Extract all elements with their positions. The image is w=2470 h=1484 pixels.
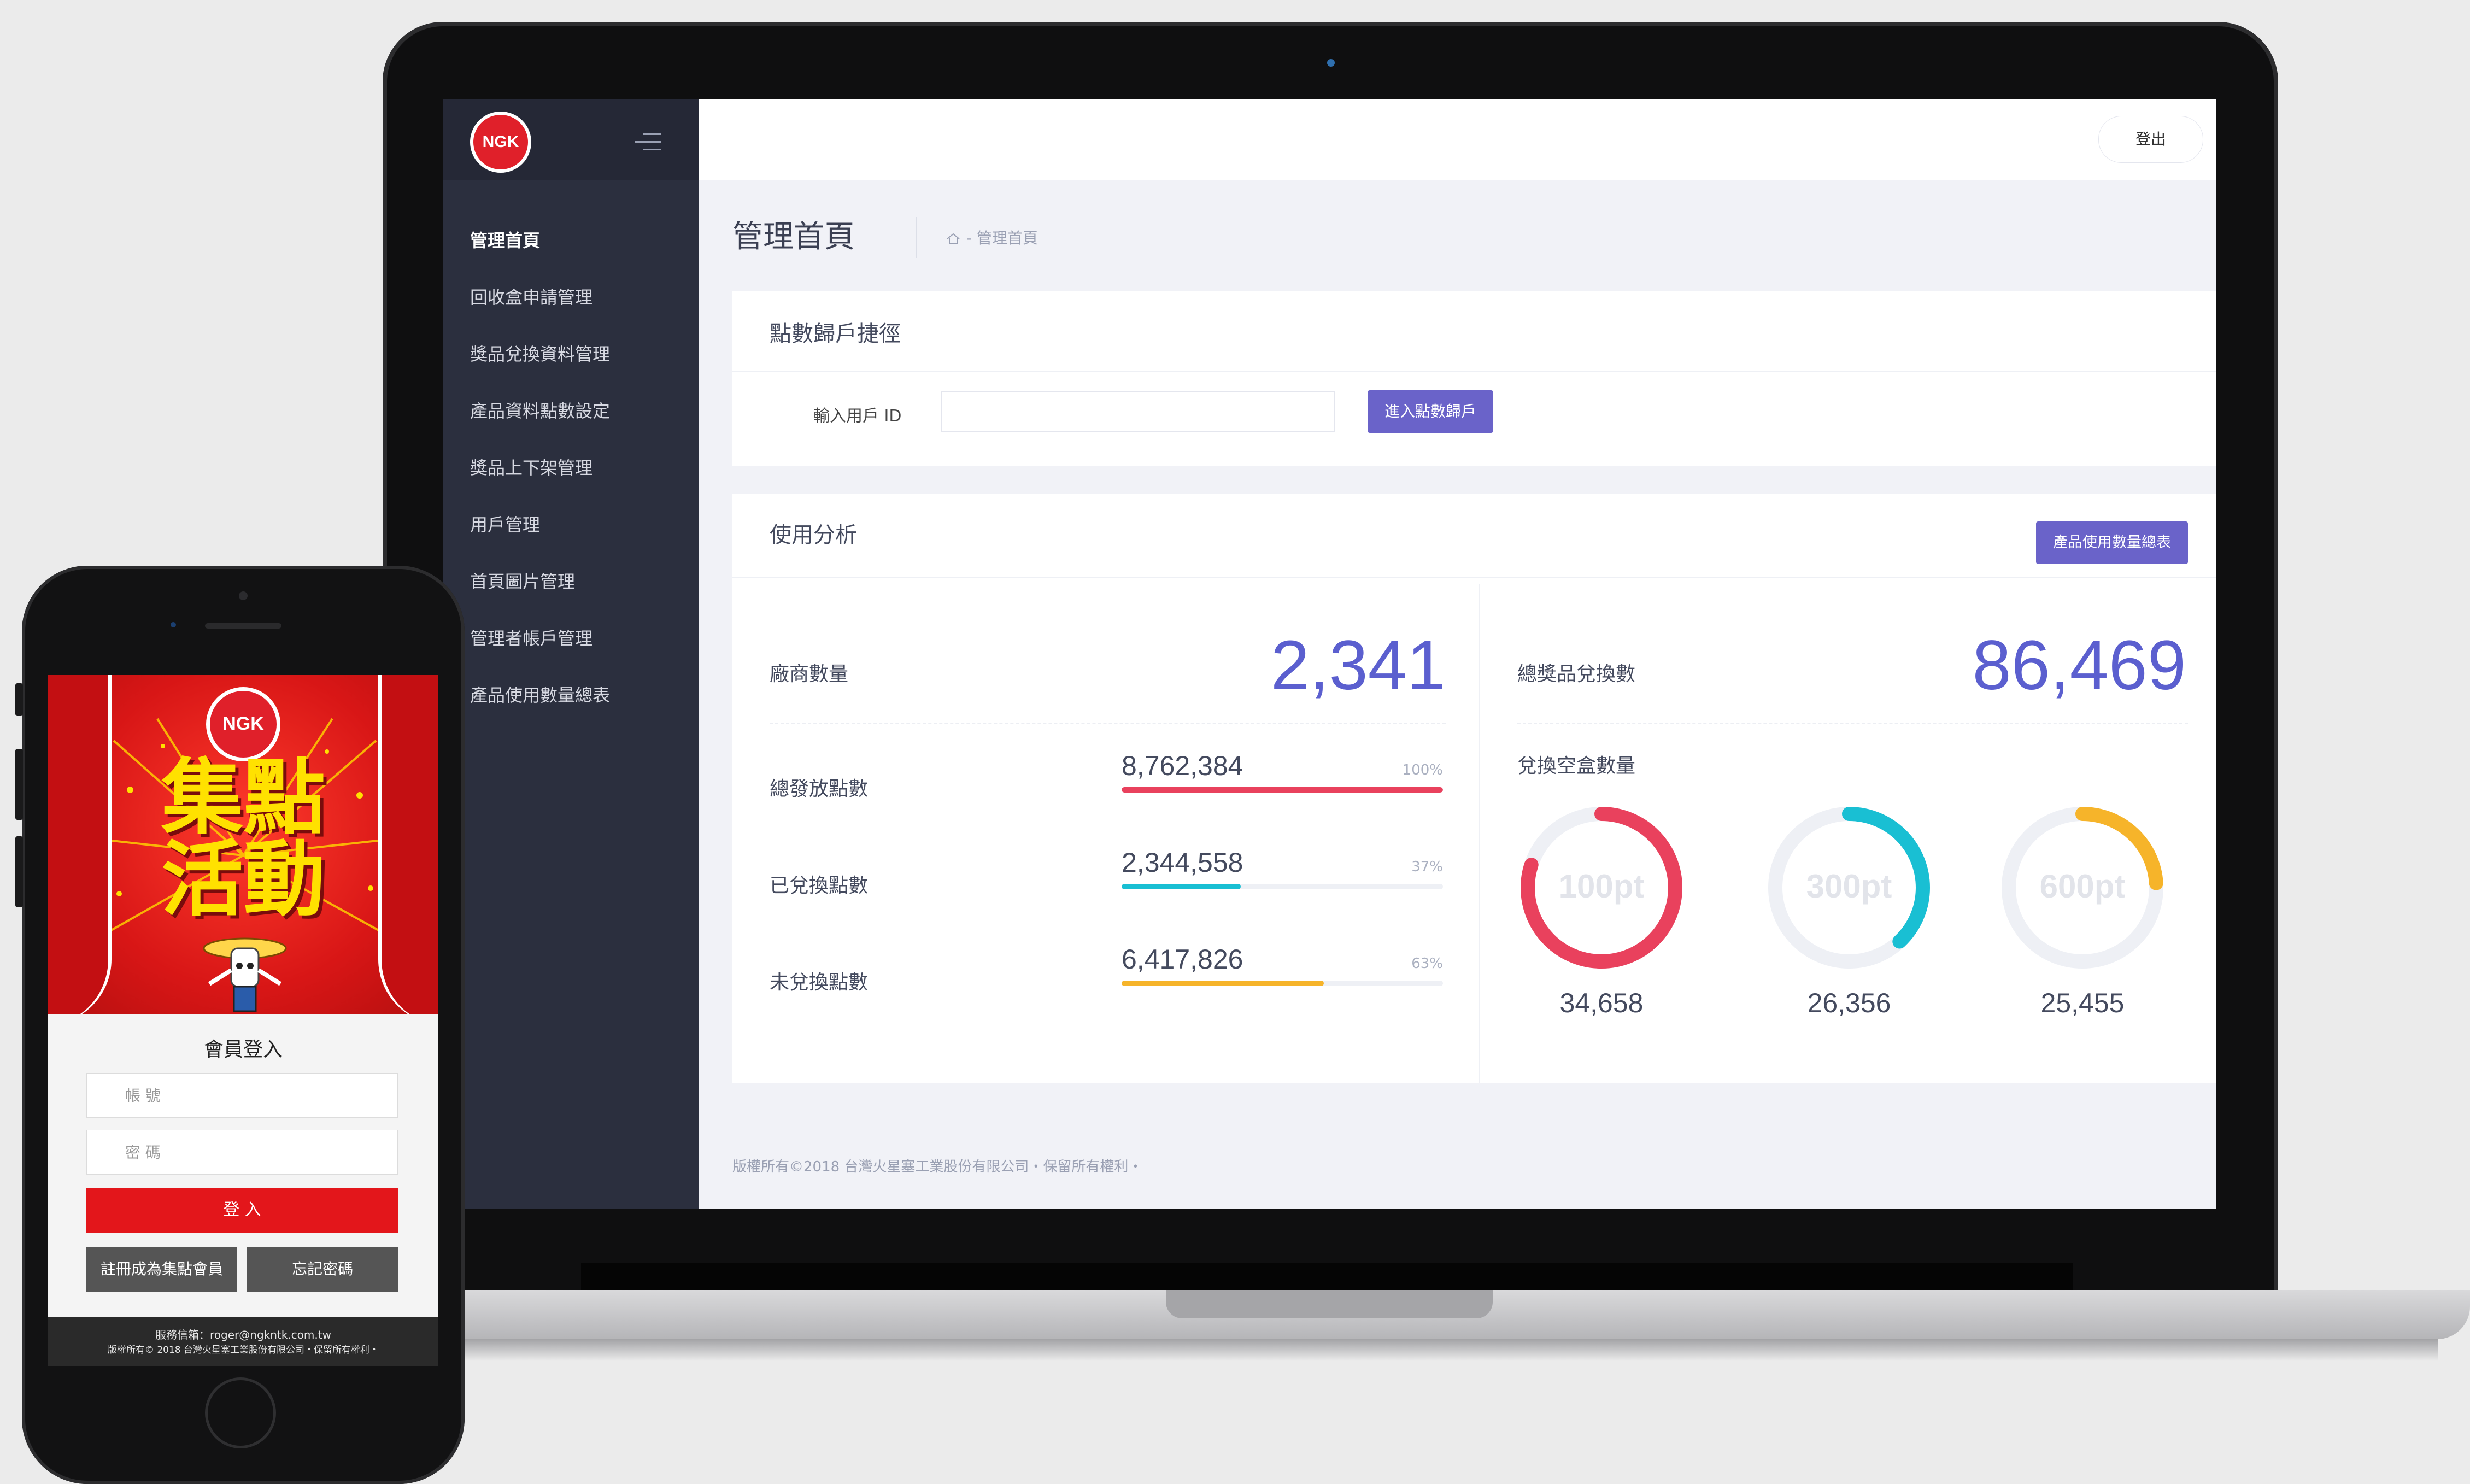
sidebar-item-product-usage[interactable]: 產品使用數量總表 bbox=[470, 684, 689, 741]
logout-button[interactable]: 登出 bbox=[2098, 116, 2203, 163]
donut-center-label: 600pt bbox=[2040, 868, 2126, 905]
analysis-card: 使用分析 產品使用數量總表 廠商數量 2,341 總發放點數 8,762,384 1… bbox=[732, 494, 2216, 1083]
sidebar-item-prize-redemption[interactable]: 獎品兌換資料管理 bbox=[470, 343, 689, 400]
sidebar-item-homepage-images[interactable]: 首頁圖片管理 bbox=[470, 571, 689, 627]
analysis-card-title: 使用分析 bbox=[770, 523, 857, 548]
points-row-percent: 100% bbox=[1402, 762, 1443, 778]
shortcut-card-title: 點數歸戶捷徑 bbox=[770, 321, 901, 347]
banner-headline: 集點 活動 bbox=[130, 757, 356, 921]
donut-ring: 300pt bbox=[1768, 807, 1930, 969]
banner-headline-line2: 活動 bbox=[161, 832, 325, 928]
separator bbox=[770, 723, 1446, 724]
laptop-notch bbox=[1166, 1290, 1493, 1318]
curtain-right bbox=[378, 675, 438, 1014]
topbar: 登出 bbox=[699, 99, 2216, 180]
curtain-left bbox=[48, 675, 112, 1014]
vendor-count-label: 廠商數量 bbox=[770, 663, 849, 685]
donut-ring: 100pt bbox=[1521, 807, 1682, 969]
promo-banner: NGK 集點 活動 bbox=[48, 675, 438, 1014]
progress-fill bbox=[1122, 787, 1443, 793]
mobile-footer: 服務信箱：roger@ngkntk.com.tw 版權所有© 2018 台灣火星… bbox=[48, 1317, 438, 1366]
phone-mute-switch bbox=[15, 683, 23, 716]
donut-chart: 600pt 25,455 bbox=[1995, 800, 2170, 1019]
sidebar-item-recycle-box[interactable]: 回收盒申請管理 bbox=[470, 286, 689, 343]
donut-center-label: 300pt bbox=[1806, 868, 1892, 905]
password-field[interactable]: 密 碼 bbox=[86, 1130, 398, 1175]
points-row-percent: 63% bbox=[1411, 955, 1443, 972]
points-row-value: 2,344,558 bbox=[1122, 847, 1243, 878]
menu-toggle-icon[interactable] bbox=[635, 133, 661, 153]
donut-chart: 100pt 34,658 bbox=[1514, 800, 1689, 1019]
go-to-points-button[interactable]: 進入點數歸戶 bbox=[1368, 390, 1493, 433]
sidebar-nav: 管理首頁 回收盒申請管理 獎品兌換資料管理 產品資料點數設定 獎品上下架管理 用… bbox=[470, 230, 689, 741]
donut-center-label: 100pt bbox=[1559, 868, 1645, 905]
sidebar-item-product-points[interactable]: 產品資料點數設定 bbox=[470, 400, 689, 457]
phone-home-button[interactable] bbox=[205, 1377, 276, 1448]
phone-speaker bbox=[205, 623, 281, 629]
points-row-label: 未兌換點數 bbox=[770, 971, 869, 994]
phone-volume-down bbox=[15, 836, 23, 907]
mobile-login-page: NGK 集點 活動 會員登入 帳 號 密 碼 登 入 註冊成為集點會員 忘記密碼… bbox=[48, 675, 438, 1366]
donut-chart: 300pt 26,356 bbox=[1762, 800, 1937, 1019]
home-icon[interactable] bbox=[946, 232, 961, 245]
phone-sensor bbox=[171, 622, 176, 627]
progress-track bbox=[1122, 981, 1443, 986]
account-field[interactable]: 帳 號 bbox=[86, 1073, 398, 1118]
admin-dashboard: NGK 管理首頁 回收盒申請管理 獎品兌換資料管理 產品資料點數設定 獎品上下架… bbox=[443, 99, 2216, 1209]
sidebar-header: NGK bbox=[443, 99, 699, 180]
donut-count: 25,455 bbox=[2040, 988, 2125, 1018]
copyright-footer: 版權所有©2018 台灣火星塞工業股份有限公司・保留所有權利・ bbox=[732, 1159, 1143, 1175]
breadcrumb: - 管理首頁 bbox=[946, 228, 1038, 248]
mobile-copyright: 版權所有© 2018 台灣火星塞工業股份有限公司・保留所有權利・ bbox=[107, 1345, 379, 1356]
laptop-hinge bbox=[581, 1263, 2073, 1290]
donut-ring: 600pt bbox=[2002, 807, 2163, 969]
column-divider bbox=[1479, 584, 1480, 1083]
login-button[interactable]: 登 入 bbox=[86, 1188, 398, 1233]
progress-fill bbox=[1122, 884, 1241, 889]
separator bbox=[1517, 723, 2188, 724]
redemption-count-label: 總獎品兌換數 bbox=[1517, 663, 1636, 685]
page-title: 管理首頁 bbox=[732, 219, 855, 255]
sidebar-item-home[interactable]: 管理首頁 bbox=[470, 230, 689, 286]
redemption-count-value: 86,469 bbox=[1972, 626, 2187, 705]
support-email: 服務信箱：roger@ngkntk.com.tw bbox=[155, 1328, 331, 1341]
donut-count: 26,356 bbox=[1807, 988, 1891, 1018]
title-divider bbox=[916, 217, 917, 258]
card-divider bbox=[732, 577, 2216, 578]
shortcut-card: 點數歸戶捷徑 輸入用戶 ID 進入點數歸戶 bbox=[732, 291, 2216, 466]
progress-track bbox=[1122, 787, 1443, 793]
points-row-percent: 37% bbox=[1411, 859, 1443, 875]
breadcrumb-current: - 管理首頁 bbox=[966, 229, 1039, 247]
user-id-input[interactable] bbox=[941, 391, 1335, 432]
donut-count: 34,658 bbox=[1559, 988, 1644, 1018]
user-id-label: 輸入用戶 ID bbox=[813, 407, 902, 426]
points-row-label: 總發放點數 bbox=[770, 778, 869, 800]
card-divider bbox=[732, 371, 2216, 372]
spark-plug-mascot-icon bbox=[203, 937, 287, 1012]
banner-headline-line1: 集點 bbox=[161, 750, 325, 846]
login-title: 會員登入 bbox=[203, 1039, 283, 1061]
sidebar-item-users[interactable]: 用戶管理 bbox=[470, 514, 689, 571]
points-row-value: 6,417,826 bbox=[1122, 944, 1243, 975]
sidebar-item-admin-accounts[interactable]: 管理者帳戶管理 bbox=[470, 627, 689, 684]
progress-track bbox=[1122, 884, 1443, 889]
sidebar-item-prize-listing[interactable]: 獎品上下架管理 bbox=[470, 457, 689, 514]
ngk-logo[interactable]: NGK bbox=[470, 112, 531, 173]
laptop-camera bbox=[1327, 59, 1335, 67]
phone-volume-up bbox=[15, 749, 23, 820]
forgot-password-button[interactable]: 忘記密碼 bbox=[247, 1247, 398, 1292]
points-row-value: 8,762,384 bbox=[1122, 750, 1243, 781]
progress-fill bbox=[1122, 981, 1324, 986]
product-usage-report-button[interactable]: 產品使用數量總表 bbox=[2036, 521, 2188, 564]
vendor-count-value: 2,341 bbox=[1270, 626, 1446, 705]
phone-camera bbox=[239, 591, 248, 600]
points-row-label: 已兌換點數 bbox=[770, 875, 869, 897]
laptop-shadow bbox=[415, 1339, 2438, 1361]
register-button[interactable]: 註冊成為集點會員 bbox=[86, 1247, 237, 1292]
boxes-label: 兌換空盒數量 bbox=[1517, 755, 1636, 777]
